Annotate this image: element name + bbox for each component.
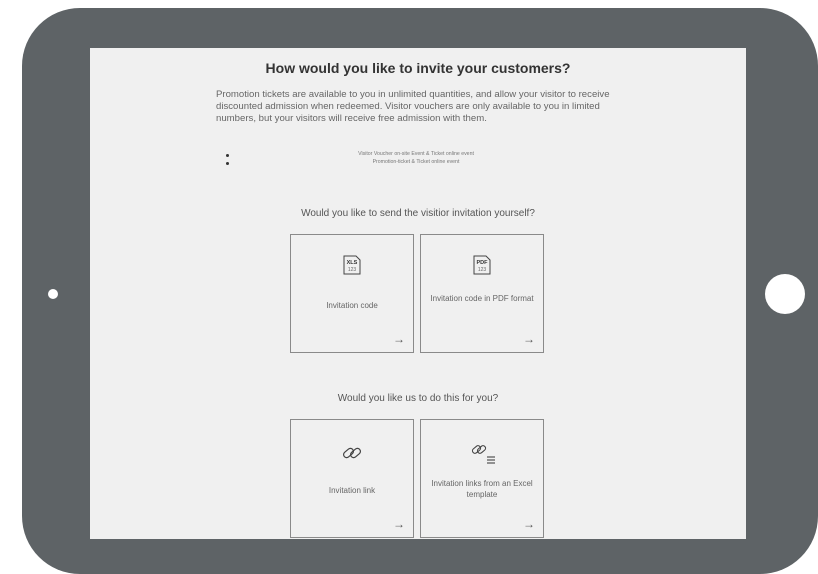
camera-dot bbox=[48, 289, 58, 299]
screen: How would you like to invite your custom… bbox=[90, 48, 746, 539]
invitation-code-card[interactable]: XLS 123 Invitation code → bbox=[290, 234, 414, 353]
section-question-service: Would you like us to do this for you? bbox=[337, 393, 499, 404]
card-label: Invitation links from an Excel template bbox=[431, 479, 533, 499]
card-label: Invitation link bbox=[328, 486, 376, 495]
arrow-right-icon: → bbox=[523, 332, 535, 346]
home-button[interactable] bbox=[765, 274, 805, 314]
link-list-icon bbox=[471, 445, 495, 464]
card-label: Invitation code bbox=[326, 301, 378, 310]
card-label: Invitation code in PDF format bbox=[430, 294, 534, 303]
section-question-self: Would you like to send the visitior invi… bbox=[301, 208, 535, 219]
xls-file-icon: XLS 123 bbox=[343, 255, 361, 275]
link-icon bbox=[342, 447, 362, 459]
page-title: How would you like to invite your custom… bbox=[265, 60, 571, 76]
bullet-list: Visitor Voucher on-site Event & Ticket o… bbox=[226, 150, 606, 172]
pdf-file-icon: PDF 123 bbox=[473, 255, 491, 275]
invitation-code-pdf-card[interactable]: PDF 123 Invitation code in PDF format → bbox=[420, 234, 544, 353]
pdf-icon-number: 123 bbox=[478, 267, 487, 273]
bullet-dot bbox=[226, 162, 229, 165]
bullet-dot bbox=[226, 154, 229, 157]
bullet-item: Promotion-ticket & Ticket online event bbox=[372, 159, 460, 165]
arrow-right-icon: → bbox=[393, 332, 405, 346]
invitation-link-card[interactable]: Invitation link → bbox=[290, 419, 414, 538]
bullet-item: Visitor Voucher on-site Event & Ticket o… bbox=[358, 151, 474, 157]
intro-text: Promotion tickets are available to you i… bbox=[216, 89, 610, 124]
xls-icon-number: 123 bbox=[348, 267, 357, 273]
xls-icon-text: XLS bbox=[347, 260, 358, 266]
arrow-right-icon: → bbox=[393, 517, 405, 531]
arrow-right-icon: → bbox=[523, 517, 535, 531]
pdf-icon-text: PDF bbox=[477, 260, 489, 266]
invitation-links-excel-card[interactable]: Invitation links from an Excel template … bbox=[420, 419, 544, 538]
